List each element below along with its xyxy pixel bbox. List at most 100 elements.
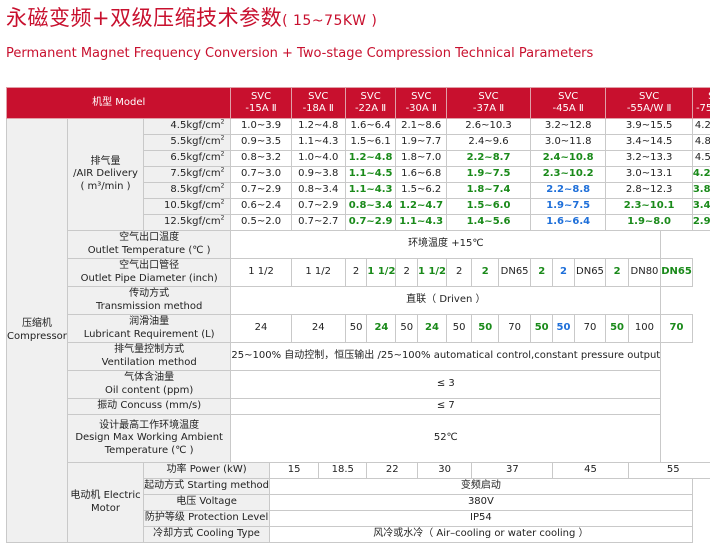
- air-delivery-value: 1.4~5.6: [446, 214, 531, 231]
- label-cn: 传动方式: [129, 288, 170, 299]
- air-delivery-value: 3.4~13.6: [691, 198, 710, 215]
- model-header: 机型 Model: [5, 87, 232, 119]
- table-row: 电动机 Electric Motor 功率 Power (kW) 15 18.5 22 3…: [7, 462, 710, 543]
- outlet-pipe-value: DN65: [573, 258, 607, 287]
- air-delivery-value: 1.0~3.9: [230, 118, 292, 135]
- ventilation-label: 排气量控制方式 Ventilation method: [66, 342, 232, 371]
- outlet-pipe-value: DN65: [660, 258, 693, 287]
- power-value: 37: [471, 462, 554, 479]
- table-row: 压缩机 Compressor 排气量/AIR Delivery( m³/min )…: [6, 118, 710, 543]
- table-row: 设计最高工作环境温度 Design Max Working Ambient Temp…: [7, 414, 710, 463]
- table-row: 排气量控制方式 Ventilation method 25~100% 自动控制，恒压…: [7, 342, 710, 371]
- transmission-label: 传动方式 Transmission method: [66, 286, 232, 315]
- table-row: 空气出口管径 Outlet Pipe Diameter (inch) 1 1/2 1 …: [7, 258, 710, 287]
- outlet-pipe-value: DN65: [498, 258, 531, 287]
- air-delivery-value: 1.2~4.7: [395, 198, 448, 215]
- lubricant-value: 70: [498, 314, 531, 343]
- pressure-label: 5.5kgf/cm2: [143, 134, 232, 151]
- air-delivery-value: 0.5~2.0: [230, 214, 292, 231]
- cooling-type-label: 冷却方式 Cooling Type: [143, 526, 271, 543]
- outlet-pipe-value: 2: [344, 258, 368, 287]
- label-en: Outlet Pipe Diameter (inch): [80, 272, 218, 284]
- air-delivery-value: 3.8~15.7: [691, 182, 710, 199]
- air-delivery-value: 1.9~7.7: [395, 134, 448, 151]
- label-cn: 空气出口温度: [119, 232, 180, 243]
- air-delivery-value: 1.8~7.4: [446, 182, 531, 199]
- air-delivery-value: 0.8~3.4: [290, 182, 346, 199]
- table-row: 振动 Concuss (mm/s) ≤ 7: [7, 398, 710, 415]
- air-delivery-value: 0.8~3.4: [344, 198, 397, 215]
- outlet-pipe-value: 1 1/2: [290, 258, 346, 287]
- voltage-value: 380V: [269, 494, 693, 511]
- pressure-label: 12.5kgf/cm2: [143, 214, 232, 231]
- air-delivery-value: 1.1~4.3: [344, 182, 397, 199]
- air-delivery-value: 4.5~17.3: [691, 150, 710, 167]
- pressure-label: 6.5kgf/cm2: [143, 150, 232, 167]
- label-cn: 润滑油量: [129, 316, 170, 327]
- air-delivery-value: 1.1~4.3: [290, 134, 346, 151]
- air-delivery-value: 3.4~14.5: [605, 134, 693, 151]
- label-cn: 空气出口管径: [119, 260, 180, 271]
- air-delivery-value: 1.0~4.0: [290, 150, 346, 167]
- air-delivery-value: 3.0~13.1: [605, 166, 693, 183]
- power-value: 55: [627, 462, 710, 479]
- outlet-pipe-value: 1 1/2: [416, 258, 448, 287]
- air-delivery-value: 2.6~10.3: [446, 118, 531, 135]
- table-row: 润滑油量 Lubricant Requirement (L) 24 24 50 24 50 2…: [7, 314, 710, 343]
- pressure-label: 7.5kgf/cm2: [143, 166, 232, 183]
- page-title: 永磁变频+双级压缩技术参数( 15~75KW ): [6, 6, 378, 30]
- outlet-pipe-value: 1 1/2: [230, 258, 292, 287]
- concuss-value: ≤ 7: [230, 398, 662, 415]
- ambient-label: 设计最高工作环境温度 Design Max Working Ambient Temp…: [66, 414, 232, 463]
- table-row: 传动方式 Transmission method 直联（ Driven ）: [7, 286, 710, 315]
- air-delivery-value: 2.4~10.8: [529, 150, 607, 167]
- lubricant-value: 50: [344, 314, 368, 343]
- lubricant-value: 70: [660, 314, 693, 343]
- section-motor: 电动机 Electric Motor: [66, 462, 145, 543]
- starting-method-label: 起动方式 Starting method: [143, 478, 271, 495]
- power-value: 18.5: [318, 462, 368, 479]
- air-delivery-value: 1.5~6.0: [446, 198, 531, 215]
- air-delivery-value: 1.9~7.5: [529, 198, 607, 215]
- air-delivery-value: 2.3~10.1: [605, 198, 693, 215]
- oil-content-label: 气体含油量 Oil content (ppm): [66, 370, 232, 399]
- air-delivery-value: 3.2~12.8: [529, 118, 607, 135]
- air-delivery-value: 2.9~11.5: [691, 214, 710, 231]
- air-delivery-value: 1.5~6.2: [395, 182, 448, 199]
- power-value: 15: [269, 462, 320, 479]
- table-row: 气体含油量 Oil content (ppm) ≤ 3: [7, 370, 710, 399]
- outlet-pipe-value: 1 1/2: [366, 258, 397, 287]
- lubricant-value: 50: [605, 314, 629, 343]
- air-delivery-value: 0.8~3.2: [230, 150, 292, 167]
- label-en: Transmission method: [95, 300, 203, 312]
- label-en: Ventilation method: [101, 356, 197, 368]
- air-delivery-value: 3.9~15.5: [605, 118, 693, 135]
- cooling-type-value: 风冷或水冷（ Air–cooling or water cooling ）: [269, 526, 693, 543]
- air-delivery-value: 3.0~11.8: [529, 134, 607, 151]
- air-delivery-label: 排气量/AIR Delivery( m³/min ): [66, 118, 145, 231]
- model-name: SVC -55A/W Ⅱ: [605, 87, 693, 119]
- label-cn: 排气量控制方式: [114, 344, 185, 355]
- lubricant-value: 50: [471, 314, 500, 343]
- outlet-temperature-value: 环境温度 +15℃: [230, 230, 662, 259]
- oil-content-value: ≤ 3: [230, 370, 662, 399]
- outlet-pipe-value: 2: [471, 258, 500, 287]
- model-name: SVC -37A Ⅱ: [446, 87, 531, 119]
- air-delivery-value: 0.7~2.9: [344, 214, 397, 231]
- air-delivery-value: 0.7~3.0: [230, 166, 292, 183]
- lubricant-value: 24: [366, 314, 397, 343]
- concuss-label: 振动 Concuss (mm/s): [66, 398, 232, 415]
- air-delivery-value: 1.1~4.5: [344, 166, 397, 183]
- model-name: SVC -22A Ⅱ: [344, 87, 397, 119]
- outlet-pipe-value: 2: [395, 258, 418, 287]
- label-cn: 气体含油量: [124, 372, 175, 383]
- air-delivery-value: 1.9~8.0: [605, 214, 693, 231]
- pressure-label: 8.5kgf/cm2: [143, 182, 232, 199]
- air-delivery-value: 0.9~3.5: [230, 134, 292, 151]
- lubricant-value: 50: [529, 314, 554, 343]
- lubricant-label: 润滑油量 Lubricant Requirement (L): [66, 314, 232, 343]
- ventilation-value: 25~100% 自动控制，恒压输出 /25~100% automatical c…: [230, 342, 662, 371]
- air-delivery-value: 4.2~17.1: [691, 166, 710, 183]
- air-delivery-value: 1.6~6.8: [395, 166, 448, 183]
- power-value: 45: [552, 462, 629, 479]
